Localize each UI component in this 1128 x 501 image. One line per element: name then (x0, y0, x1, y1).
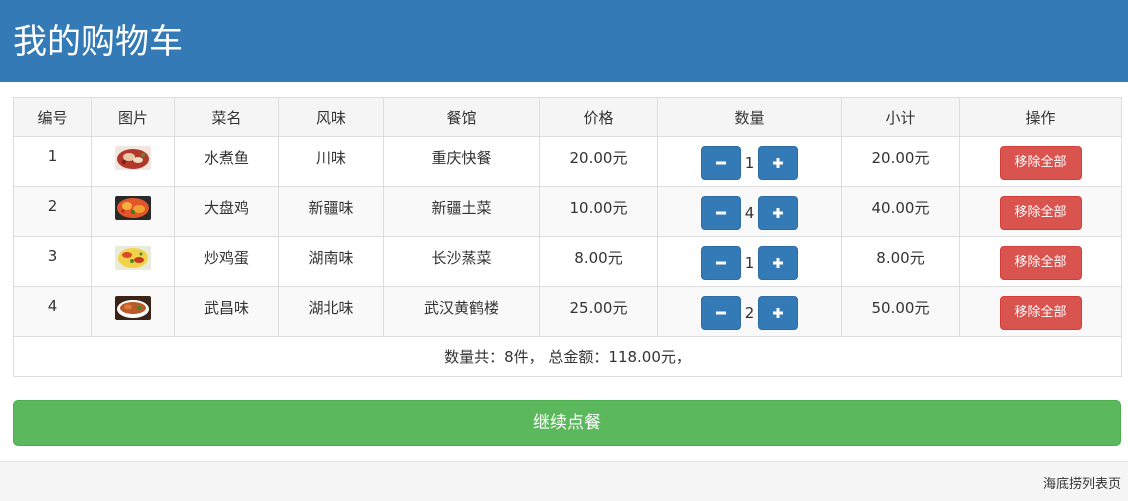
remove-all-button[interactable]: 移除全部 (999, 246, 1082, 280)
table-row: 2 大盘鸡 新疆味 新疆土菜 10.00元 4 40.00元 移除全部 (13, 186, 1122, 237)
decrease-quantity-button[interactable] (700, 296, 741, 330)
column-header: 小计 (841, 97, 960, 137)
cell-subtotal: 20.00元 (841, 136, 960, 187)
cell-flavor: 湖北味 (278, 286, 384, 337)
cell-dish-name: 水煮鱼 (174, 136, 279, 187)
cell-action: 移除全部 (959, 186, 1122, 237)
column-header: 价格 (539, 97, 658, 137)
plus-icon (773, 158, 784, 168)
summary-row: 数量共：8件， 总金额：118.00元， (13, 336, 1122, 377)
column-header: 餐馆 (383, 97, 540, 137)
cell-restaurant: 新疆土菜 (383, 186, 540, 237)
cell-quantity: 4 (657, 186, 842, 237)
cell-flavor: 湖南味 (278, 236, 384, 287)
remove-all-button[interactable]: 移除全部 (999, 296, 1082, 330)
minus-icon (715, 211, 726, 215)
cell-quantity: 1 (657, 236, 842, 287)
cell-restaurant: 长沙蒸菜 (383, 236, 540, 287)
page-footer: 海底捞列表页 (0, 461, 1128, 501)
cart-summary: 数量共：8件， 总金额：118.00元， (13, 336, 1122, 377)
cell-image (91, 136, 175, 187)
continue-ordering-button[interactable]: 继续点餐 (13, 400, 1121, 446)
plus-icon (773, 258, 784, 268)
footer-link[interactable]: 海底捞列表页 (1043, 473, 1121, 492)
cell-id: 2 (13, 186, 92, 237)
cell-price: 25.00元 (539, 286, 658, 337)
decrease-quantity-button[interactable] (700, 146, 741, 180)
cell-action: 移除全部 (959, 136, 1122, 187)
cell-quantity: 2 (657, 286, 842, 337)
cell-image (91, 186, 175, 237)
increase-quantity-button[interactable] (758, 146, 799, 180)
cell-restaurant: 武汉黄鹤楼 (383, 286, 540, 337)
column-header: 图片 (91, 97, 175, 137)
cell-dish-name: 大盘鸡 (174, 186, 279, 237)
table-row: 3 炒鸡蛋 湖南味 长沙蒸菜 8.00元 1 8.00元 移除全部 (13, 236, 1122, 287)
table-header-row: 编号 图片 菜名 风味 餐馆 价格 数量 小计 操作 (13, 97, 1122, 137)
column-header: 编号 (13, 97, 92, 137)
cell-image (91, 286, 175, 337)
decrease-quantity-button[interactable] (700, 246, 741, 280)
minus-icon (715, 161, 726, 165)
cell-price: 10.00元 (539, 186, 658, 237)
plus-icon (773, 308, 784, 318)
cell-subtotal: 50.00元 (841, 286, 960, 337)
quantity-value: 4 (744, 204, 755, 222)
column-header: 操作 (959, 97, 1122, 137)
cell-action: 移除全部 (959, 286, 1122, 337)
increase-quantity-button[interactable] (758, 196, 799, 230)
quantity-value: 2 (744, 304, 755, 322)
remove-all-button[interactable]: 移除全部 (999, 146, 1082, 180)
column-header: 菜名 (174, 97, 279, 137)
cart-table: 编号 图片 菜名 风味 餐馆 价格 数量 小计 操作 1 水煮鱼 川味 重庆快餐… (13, 97, 1122, 377)
cell-quantity: 1 (657, 136, 842, 187)
page-header: 我的购物车 (0, 0, 1128, 82)
dish-image (115, 196, 151, 220)
cell-flavor: 川味 (278, 136, 384, 187)
minus-icon (715, 261, 726, 265)
cell-dish-name: 炒鸡蛋 (174, 236, 279, 287)
cell-image (91, 236, 175, 287)
cell-action: 移除全部 (959, 236, 1122, 287)
cell-id: 4 (13, 286, 92, 337)
table-row: 1 水煮鱼 川味 重庆快餐 20.00元 1 20.00元 移除全部 (13, 136, 1122, 187)
cell-id: 1 (13, 136, 92, 187)
minus-icon (715, 311, 726, 315)
quantity-value: 1 (744, 254, 755, 272)
plus-icon (773, 208, 784, 218)
dish-image (115, 296, 151, 320)
cell-dish-name: 武昌味 (174, 286, 279, 337)
increase-quantity-button[interactable] (758, 246, 799, 280)
cell-subtotal: 8.00元 (841, 236, 960, 287)
page-title: 我的购物车 (13, 22, 183, 62)
dish-image (115, 146, 151, 170)
column-header: 数量 (657, 97, 842, 137)
table-row: 4 武昌味 湖北味 武汉黄鹤楼 25.00元 2 50.00元 移除全部 (13, 286, 1122, 337)
cell-id: 3 (13, 236, 92, 287)
cell-subtotal: 40.00元 (841, 186, 960, 237)
cell-flavor: 新疆味 (278, 186, 384, 237)
increase-quantity-button[interactable] (758, 296, 799, 330)
cell-restaurant: 重庆快餐 (383, 136, 540, 187)
quantity-value: 1 (744, 154, 755, 172)
cell-price: 20.00元 (539, 136, 658, 187)
cell-price: 8.00元 (539, 236, 658, 287)
decrease-quantity-button[interactable] (700, 196, 741, 230)
remove-all-button[interactable]: 移除全部 (999, 196, 1082, 230)
column-header: 风味 (278, 97, 384, 137)
dish-image (115, 246, 151, 270)
